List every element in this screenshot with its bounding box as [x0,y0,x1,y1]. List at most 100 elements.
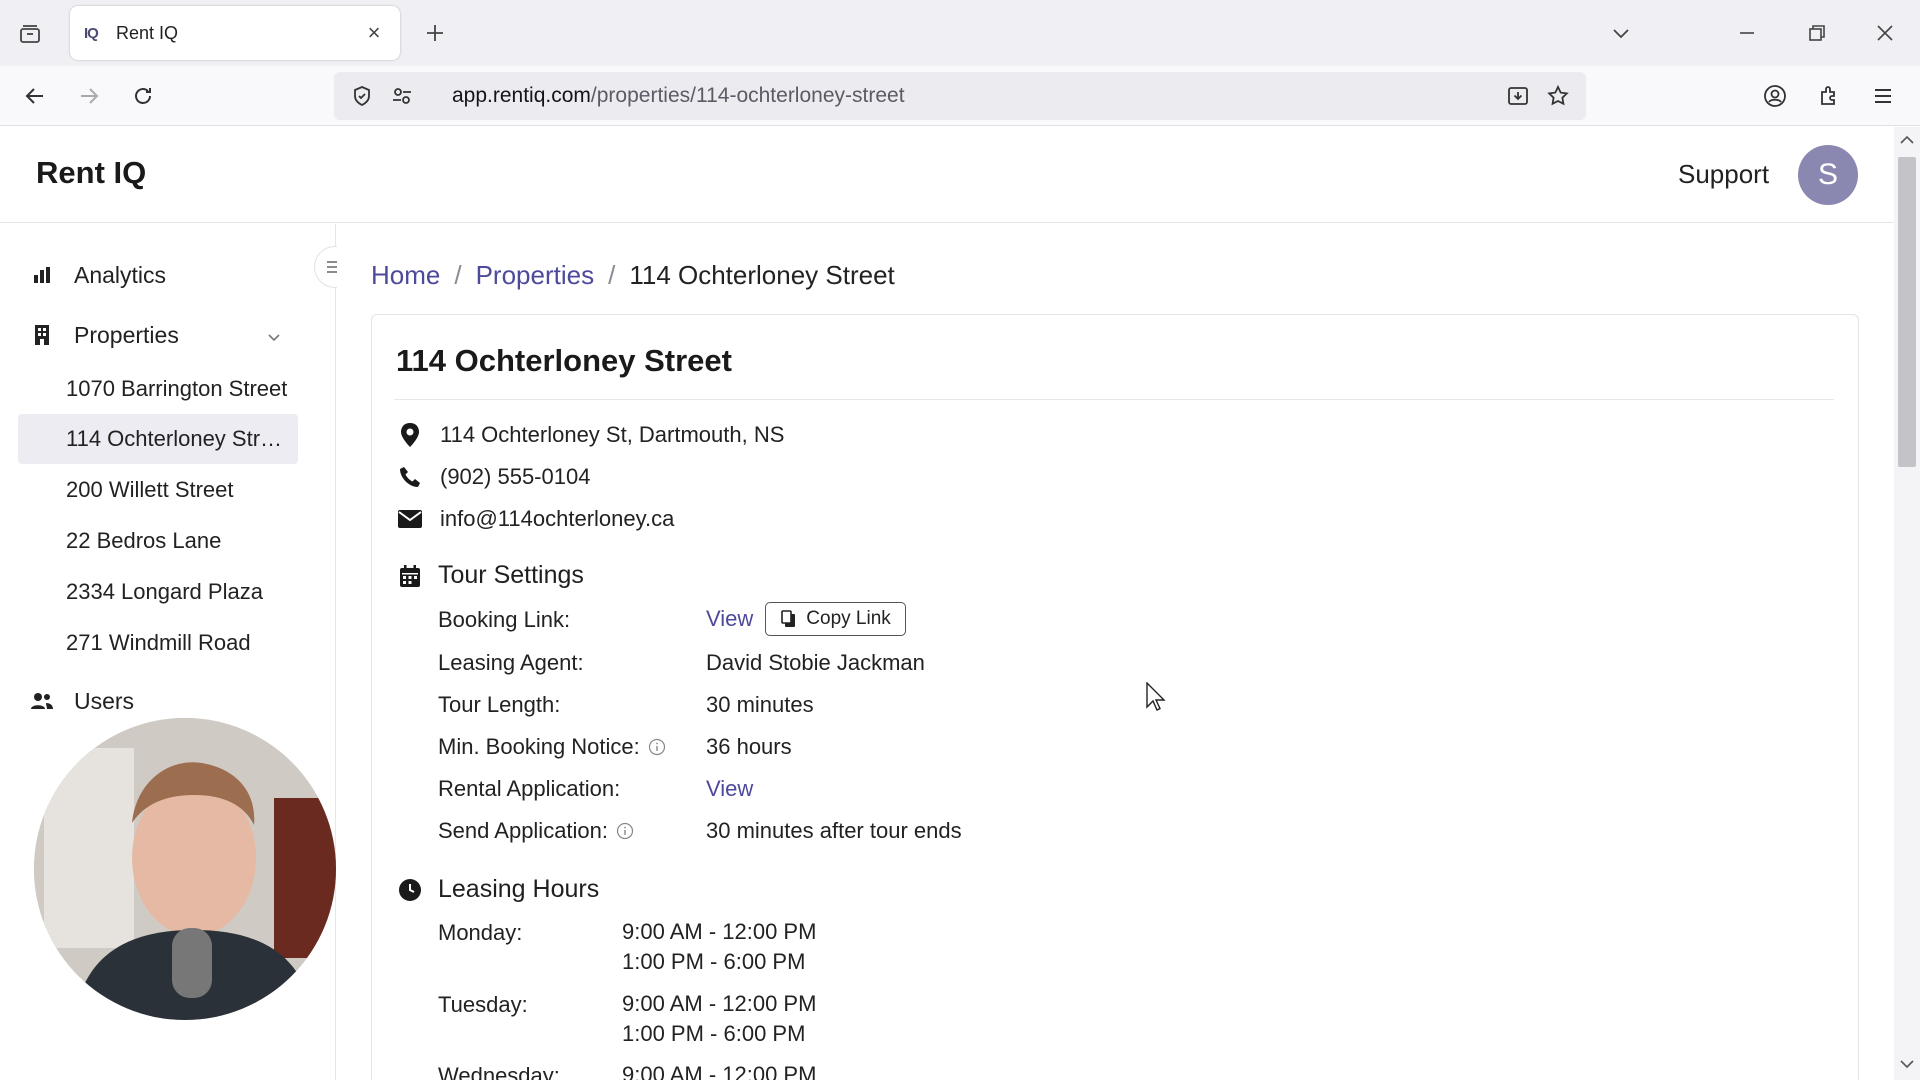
info-icon[interactable] [648,738,666,756]
sidebar-property-item-active[interactable]: 114 Ochterloney Street [18,414,298,464]
envelope-icon [396,505,424,533]
presenter-video-icon [34,718,336,1020]
list-all-tabs-icon[interactable] [1604,16,1638,50]
leasing-agent-value: David Stobie Jackman [706,650,925,675]
webcam-overlay [34,718,336,1020]
breadcrumb: Home / Properties / 114 Ochterloney Stre… [371,260,895,291]
tour-settings-heading: Tour Settings [396,561,584,590]
tab-close-icon[interactable]: × [362,20,386,46]
leasing-hours-heading: Leasing Hours [396,875,599,904]
browser-tab-active[interactable]: IQ Rent IQ × [70,6,400,60]
tab-list-icon[interactable] [14,18,46,50]
breadcrumb-current: 114 Ochterloney Street [629,260,895,290]
leasing-agent-label: Leasing Agent: [438,650,584,675]
info-icon[interactable] [616,822,634,840]
save-to-device-icon[interactable] [1504,82,1532,110]
main-content: Home / Properties / 114 Ochterloney Stre… [337,224,1894,1080]
send-application-row: Send Application: [438,818,634,844]
min-booking-notice-value: 36 hours [706,734,792,759]
phone-text: (902) 555-0104 [440,464,591,489]
clock-icon [396,876,424,904]
users-icon [30,689,54,713]
menu-icon[interactable] [1866,79,1900,113]
booking-link-view[interactable]: View [706,606,753,632]
email-text: info@114ochterloney.ca [440,506,675,531]
bookmark-star-icon[interactable] [1544,82,1572,110]
sidebar-property-item[interactable]: 22 Bedros Lane [18,516,298,566]
chevron-down-icon[interactable] [266,324,282,351]
email-row: info@114ochterloney.ca [396,505,674,533]
breadcrumb-home[interactable]: Home [371,260,440,291]
day-hours-monday: 9:00 AM - 12:00 PM 1:00 PM - 6:00 PM [622,919,817,974]
sidebar-item-label: Analytics [74,261,167,288]
rental-application-label: Rental Application: [438,776,621,801]
new-tab-icon[interactable] [420,18,450,48]
address-row: 114 Ochterloney St, Dartmouth, NS [396,421,784,449]
sidebar-item-analytics[interactable]: Analytics [18,250,298,300]
day-label-monday: Monday: [438,920,523,945]
address-bar[interactable]: app.rentiq.com/properties/114-ochterlone… [334,72,1586,120]
sidebar-item-properties[interactable]: Properties [18,310,298,360]
booking-link-value: View Copy Link [706,602,906,636]
sidebar-item-label: Users [74,687,135,714]
tour-length-value: 30 minutes [706,692,814,717]
minimize-icon[interactable] [1730,16,1764,50]
shield-icon[interactable] [348,82,376,110]
site-permissions-icon[interactable] [388,82,416,110]
rental-application-value: View [706,776,753,802]
day-label-wednesday: Wednesday: [438,1063,560,1080]
sidebar-property-item[interactable]: 1070 Barrington Street [18,364,298,414]
tour-length-label: Tour Length: [438,692,561,717]
min-booking-notice-label: Min. Booking Notice: [438,734,640,759]
breadcrumb-properties[interactable]: Properties [476,260,595,291]
mouse-cursor-icon [1146,681,1166,712]
calendar-icon [396,562,424,590]
reload-icon[interactable] [126,79,160,113]
breadcrumb-separator: / [608,260,616,290]
day-hours-wednesday: 9:00 AM - 12:00 PM [622,1062,817,1080]
send-application-label: Send Application: [438,818,609,843]
phone-icon [396,463,424,491]
forward-icon[interactable] [72,79,106,113]
user-avatar[interactable]: S [1798,145,1858,205]
tab-favicon-icon: IQ [84,24,99,42]
sidebar-item-users[interactable]: Users [18,676,298,726]
rental-application-view[interactable]: View [706,776,753,802]
copy-icon [780,610,798,628]
map-pin-icon [396,421,424,449]
breadcrumb-separator: / [454,260,462,290]
building-icon [30,323,54,347]
day-hours-tuesday: 9:00 AM - 12:00 PM 1:00 PM - 6:00 PM [622,991,817,1046]
scroll-down-icon[interactable] [1900,1057,1914,1071]
divider [394,399,1834,400]
booking-link-label: Booking Link: [438,607,571,632]
scroll-thumb[interactable] [1898,157,1916,467]
back-icon[interactable] [18,79,52,113]
account-icon[interactable] [1758,79,1792,113]
day-label-tuesday: Tuesday: [438,992,528,1017]
browser-nav-bar: app.rentiq.com/properties/114-ochterlone… [0,66,1920,126]
tab-title: Rent IQ [116,22,179,43]
url-text[interactable]: app.rentiq.com/properties/114-ochterlone… [452,84,1504,108]
sidebar-item-label: Properties [74,321,179,348]
brand-logo[interactable]: Rent IQ [36,155,146,191]
send-application-value: 30 minutes after tour ends [706,818,962,843]
page-title: 114 Ochterloney Street [396,343,732,378]
sidebar-property-item[interactable]: 271 Windmill Road [18,618,298,668]
restore-icon[interactable] [1800,16,1834,50]
bar-chart-icon [30,263,54,287]
page-scrollbar[interactable] [1894,127,1920,1080]
min-booking-notice-row: Min. Booking Notice: [438,734,666,760]
address-text: 114 Ochterloney St, Dartmouth, NS [440,422,785,447]
app-header: Rent IQ Support S [0,127,1894,223]
sidebar-property-item[interactable]: 2334 Longard Plaza [18,567,298,617]
extensions-icon[interactable] [1812,79,1846,113]
close-window-icon[interactable] [1868,16,1902,50]
sidebar-property-item[interactable]: 200 Willett Street [18,465,298,515]
browser-tab-bar: IQ Rent IQ × [0,0,1920,66]
property-card: 114 Ochterloney Street 114 Ochterloney S… [371,314,1859,1080]
phone-row: (902) 555-0104 [396,463,590,491]
copy-link-button[interactable]: Copy Link [765,602,906,636]
scroll-up-icon[interactable] [1900,133,1914,147]
support-link[interactable]: Support [1678,159,1769,190]
